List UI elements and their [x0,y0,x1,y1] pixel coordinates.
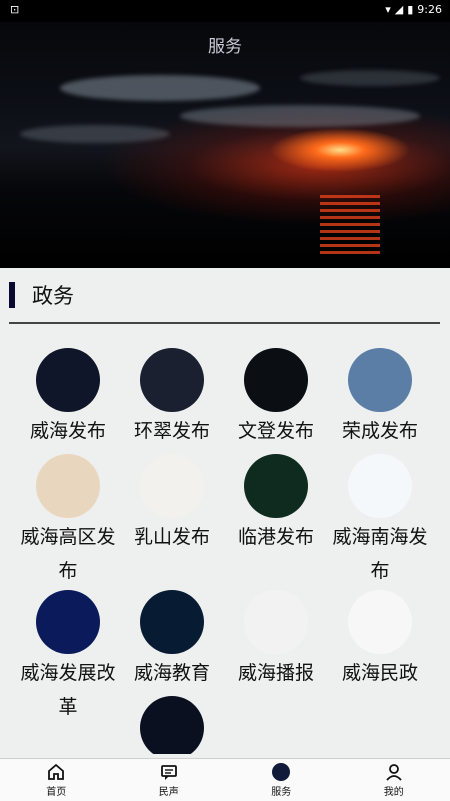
service-item[interactable]: 文登发布 [224,348,328,448]
message-icon [159,762,179,782]
weihai-minzheng-logo-icon [348,590,412,654]
service-label: 威海教育 [120,656,224,690]
service-label: 威海南海发布 [328,520,432,588]
section-divider [9,322,440,324]
service-item[interactable]: 乳山发布 [120,454,224,554]
service-item[interactable]: 临港发布 [224,454,328,554]
service-label: 环翠发布 [120,414,224,448]
hero-banner: 服务 [0,0,450,268]
bottom-nav: 首页 民声 服务 我的 [0,758,450,801]
tab-minsheng[interactable]: 民声 [113,759,226,801]
section-accent-bar [9,282,15,308]
rongcheng-fabu-logo-icon [348,348,412,412]
service-item[interactable]: 环翠发布 [120,348,224,448]
gaoqu-fabu-logo-icon [36,454,100,518]
service-item[interactable]: 威海南海发布 [328,454,432,588]
status-time: 9:26 [417,3,442,16]
lingang-fabu-logo-icon [244,454,308,518]
row4-logo-3-icon [348,696,412,754]
service-item[interactable] [224,696,328,754]
service-item[interactable]: 威海民政 [328,590,432,690]
user-icon [384,762,404,782]
service-label: 文登发布 [224,414,328,448]
page-title: 服务 [0,32,450,57]
section-title: 政务 [32,280,74,310]
service-label: 威海发布 [16,414,120,448]
tab-label: 民声 [159,783,179,798]
service-label: 威海播报 [224,656,328,690]
service-label: 威海高区发布 [16,520,120,588]
fazhan-gaige-logo-icon [36,590,100,654]
row4-logo-2-icon [244,696,308,754]
service-label: 临港发布 [224,520,328,554]
service-item[interactable]: 威海发布 [16,348,120,448]
service-item[interactable]: 荣成发布 [328,348,432,448]
rushan-fabu-logo-icon [140,454,204,518]
status-icons: ▾ ◢ ▮ 9:26 [385,3,442,16]
service-item[interactable]: 威海高区发布 [16,454,120,588]
service-label: 荣成发布 [328,414,432,448]
wifi-icon: ▾ [385,3,391,16]
tab-label: 服务 [271,783,291,798]
service-icon [271,762,291,782]
signal-icon: ◢ [395,3,403,16]
service-item[interactable] [328,696,432,754]
tab-mine[interactable]: 我的 [338,759,450,801]
weihai-fabu-logo-icon [36,348,100,412]
tab-home[interactable]: 首页 [0,759,113,801]
tab-service[interactable]: 服务 [225,759,338,801]
tab-label: 我的 [384,783,404,798]
service-item[interactable]: 威海播报 [224,590,328,690]
service-label: 乳山发布 [120,520,224,554]
row4-logo-1-icon [140,696,204,754]
service-grid: 威海发布 环翠发布 文登发布 荣成发布 威海高区发布 乳山发布 临港发布 威海南… [16,344,432,754]
battery-icon: ▮ [407,3,413,16]
status-bar: ⊡ ▾ ◢ ▮ 9:26 [0,0,450,22]
service-item[interactable]: 威海发展改革 [16,590,120,724]
nanhai-fabu-logo-icon [348,454,412,518]
service-item[interactable] [120,696,224,754]
service-label: 威海民政 [328,656,432,690]
service-item[interactable]: 威海教育 [120,590,224,690]
notification-icon: ⊡ [10,3,19,16]
tab-label: 首页 [46,783,66,798]
wendeng-fabu-logo-icon [244,348,308,412]
service-label: 威海发展改革 [16,656,120,724]
section-header: 政务 [0,268,450,324]
weihai-bobao-logo-icon [244,590,308,654]
weihai-jiaoyu-logo-icon [140,590,204,654]
home-icon [46,762,66,782]
huancui-fabu-logo-icon [140,348,204,412]
